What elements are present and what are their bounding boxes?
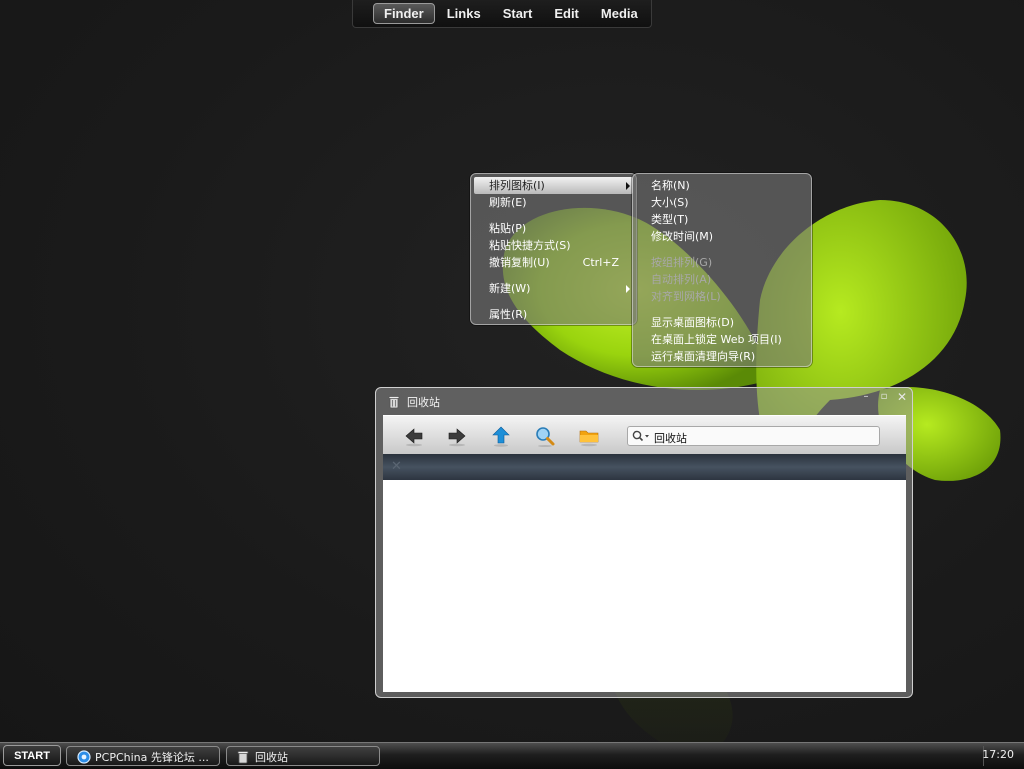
explorer-toolbar: 回收站 — [383, 415, 906, 454]
menu-media[interactable]: Media — [591, 3, 648, 24]
sub-auto-arrange[interactable]: 自动排列(A) — [633, 271, 811, 288]
submenu-arrow-icon — [626, 182, 630, 190]
maximize-icon[interactable]: ▫ — [878, 391, 890, 403]
ctx-item-label: 粘贴快捷方式(S) — [489, 239, 571, 252]
taskbar-item-label: 回收站 — [255, 751, 288, 764]
clock[interactable]: 17:20 — [982, 748, 1014, 761]
ctx-undo-copy[interactable]: 撤销复制(U) Ctrl+Z — [471, 254, 636, 271]
desktop-context-menu: 排列图标(I) 刷新(E) 粘贴(P) 粘贴快捷方式(S) 撤销复制(U) Ct… — [470, 173, 637, 325]
ctx-item-label: 排列图标(I) — [489, 179, 545, 192]
taskbar-item-label: PCPChina 先锋论坛 ... — [95, 751, 209, 764]
close-icon[interactable]: ✕ — [896, 391, 908, 403]
submenu-arrow-icon — [626, 285, 630, 293]
top-menu-bar: Finder Links Start Edit Media — [352, 0, 652, 28]
sub-item-label: 名称(N) — [651, 179, 690, 192]
taskbar: START PCPChina 先锋论坛 ... 回收站 17:20 — [0, 742, 1024, 769]
sub-item-label: 对齐到网格(L) — [651, 290, 721, 303]
ctx-item-label: 粘贴(P) — [489, 222, 527, 235]
ctx-arrange-icons[interactable]: 排列图标(I) — [474, 177, 633, 194]
sub-show-desktop-icons[interactable]: 显示桌面图标(D) — [633, 314, 811, 331]
menu-finder[interactable]: Finder — [373, 3, 435, 24]
ctx-paste[interactable]: 粘贴(P) — [471, 220, 636, 237]
search-input[interactable]: 回收站 — [627, 426, 880, 446]
sub-item-label: 大小(S) — [651, 196, 689, 209]
ctx-properties[interactable]: 属性(R) — [471, 306, 636, 323]
sub-desktop-cleanup[interactable]: 运行桌面清理向导(R) — [633, 348, 811, 365]
file-list-area[interactable] — [383, 480, 906, 692]
search-input-value: 回收站 — [654, 432, 687, 445]
up-icon[interactable] — [490, 425, 512, 447]
sub-item-label: 按组排列(G) — [651, 256, 713, 269]
recycle-bin-window: 回收站 – ▫ ✕ 回收站 ✕ — [375, 387, 913, 698]
sub-item-label: 显示桌面图标(D) — [651, 316, 735, 329]
ctx-refresh[interactable]: 刷新(E) — [471, 194, 636, 211]
back-icon[interactable] — [403, 425, 425, 447]
arrange-icons-submenu: 名称(N) 大小(S) 类型(T) 修改时间(M) 按组排列(G) 自动排列(A… — [632, 173, 812, 367]
recycle-bin-icon — [388, 396, 400, 409]
sub-align-grid[interactable]: 对齐到网格(L) — [633, 288, 811, 305]
sub-item-label: 类型(T) — [651, 213, 689, 226]
menu-links[interactable]: Links — [437, 3, 491, 24]
menu-edit[interactable]: Edit — [544, 3, 589, 24]
sub-item-label: 自动排列(A) — [651, 273, 712, 286]
taskbar-item-recycle-bin[interactable]: 回收站 — [226, 746, 380, 766]
recycle-bin-icon — [237, 751, 249, 764]
sub-lock-web-items[interactable]: 在桌面上锁定 Web 项目(I) — [633, 331, 811, 348]
sub-item-label: 运行桌面清理向导(R) — [651, 350, 756, 363]
minimize-icon[interactable]: – — [860, 391, 872, 403]
tab-close-icon[interactable]: ✕ — [391, 459, 402, 474]
ctx-item-label: 撤销复制(U) — [489, 256, 550, 269]
search-icon[interactable] — [534, 425, 556, 447]
menu-start[interactable]: Start — [493, 3, 543, 24]
folder-icon[interactable] — [578, 425, 600, 447]
sub-by-type[interactable]: 类型(T) — [633, 211, 811, 228]
ctx-item-label: 刷新(E) — [489, 196, 527, 209]
taskbar-item-browser[interactable]: PCPChina 先锋论坛 ... — [66, 746, 220, 766]
sub-item-label: 修改时间(M) — [651, 230, 714, 243]
explorer-tab-bar: ✕ — [383, 454, 906, 480]
ie-icon — [77, 750, 91, 764]
search-field-icon — [632, 430, 649, 442]
sub-by-name[interactable]: 名称(N) — [633, 177, 811, 194]
ctx-shortcut: Ctrl+Z — [582, 256, 619, 269]
forward-icon[interactable] — [446, 425, 468, 447]
ctx-item-label: 新建(W) — [489, 282, 531, 295]
ctx-new[interactable]: 新建(W) — [471, 280, 636, 297]
start-button[interactable]: START — [3, 745, 61, 766]
sub-by-size[interactable]: 大小(S) — [633, 194, 811, 211]
ctx-paste-shortcut[interactable]: 粘贴快捷方式(S) — [471, 237, 636, 254]
sub-group-by[interactable]: 按组排列(G) — [633, 254, 811, 271]
sub-item-label: 在桌面上锁定 Web 项目(I) — [651, 333, 782, 346]
window-title: 回收站 — [407, 396, 440, 409]
ctx-item-label: 属性(R) — [489, 308, 528, 321]
sub-by-modified[interactable]: 修改时间(M) — [633, 228, 811, 245]
